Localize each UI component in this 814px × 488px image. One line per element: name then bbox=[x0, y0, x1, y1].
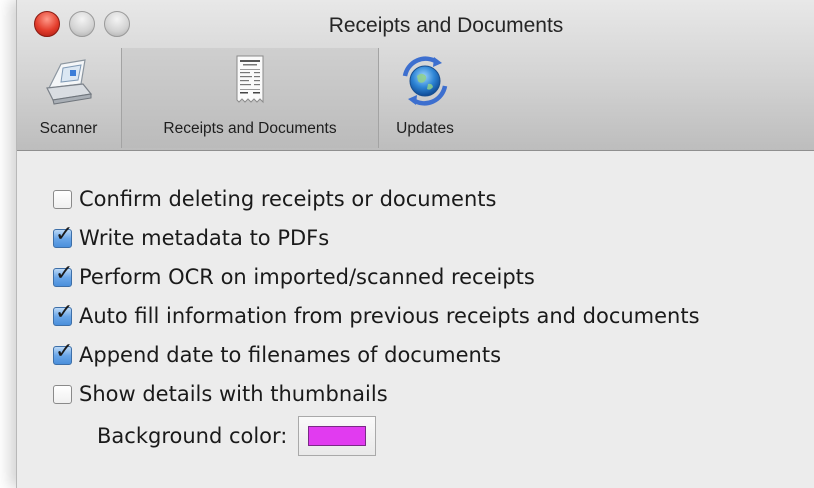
checkmark-icon: ✓ bbox=[55, 338, 74, 364]
scanner-icon bbox=[45, 59, 92, 105]
option-perform-ocr[interactable]: ✓ Perform OCR on imported/scanned receip… bbox=[53, 262, 535, 291]
write-metadata-checkbox[interactable]: ✓ bbox=[53, 223, 73, 248]
preferences-window: Receipts and Documents Scanner Receipts … bbox=[16, 0, 814, 488]
toolbar-scanner[interactable]: Scanner bbox=[17, 48, 120, 148]
option-label: Confirm deleting receipts or documents bbox=[79, 187, 497, 211]
checkmark-icon: ✓ bbox=[55, 260, 74, 286]
confirm-deleting-checkbox[interactable] bbox=[53, 189, 72, 209]
background-color-swatch bbox=[308, 426, 367, 446]
toolbar-updates[interactable]: Updates bbox=[380, 48, 470, 148]
toolbar-receipts-and-documents[interactable]: Receipts and Documents bbox=[121, 48, 379, 148]
option-confirm-deleting[interactable]: Confirm deleting receipts or documents bbox=[53, 185, 496, 213]
toolbar-updates-label: Updates bbox=[396, 120, 454, 137]
updates-globe-icon bbox=[402, 56, 448, 106]
option-label: Append date to filenames of documents bbox=[79, 343, 502, 367]
option-label: Auto fill information from previous rece… bbox=[79, 304, 700, 328]
toolbar-scanner-label: Scanner bbox=[39, 120, 98, 137]
option-label: Write metadata to PDFs bbox=[79, 226, 330, 250]
option-label: Show details with thumbnails bbox=[79, 382, 388, 406]
toolbar-receipts-label: Receipts and Documents bbox=[163, 120, 337, 137]
checkmark-icon: ✓ bbox=[55, 299, 74, 325]
option-write-metadata[interactable]: ✓ Write metadata to PDFs bbox=[53, 223, 330, 252]
window-title: Receipts and Documents bbox=[328, 14, 564, 37]
option-label: Perform OCR on imported/scanned receipts bbox=[79, 265, 535, 289]
option-append-date[interactable]: ✓ Append date to filenames of documents bbox=[53, 340, 502, 369]
checkmark-icon: ✓ bbox=[55, 221, 74, 247]
background-color-well[interactable] bbox=[298, 416, 377, 456]
option-auto-fill[interactable]: ✓ Auto fill information from previous re… bbox=[53, 301, 700, 330]
background-color-row: Background color: bbox=[97, 416, 377, 456]
receipt-icon bbox=[236, 55, 264, 104]
append-date-checkbox[interactable]: ✓ bbox=[53, 340, 73, 365]
perform-ocr-checkbox[interactable]: ✓ bbox=[53, 262, 73, 287]
background-color-label: Background color: bbox=[97, 424, 288, 448]
show-details-checkbox[interactable] bbox=[53, 384, 72, 404]
titlebar: Receipts and Documents Scanner Receipts … bbox=[17, 0, 814, 151]
option-show-details[interactable]: Show details with thumbnails bbox=[53, 380, 388, 408]
auto-fill-checkbox[interactable]: ✓ bbox=[53, 301, 73, 326]
preferences-pane: Confirm deleting receipts or documents ✓… bbox=[17, 151, 814, 488]
